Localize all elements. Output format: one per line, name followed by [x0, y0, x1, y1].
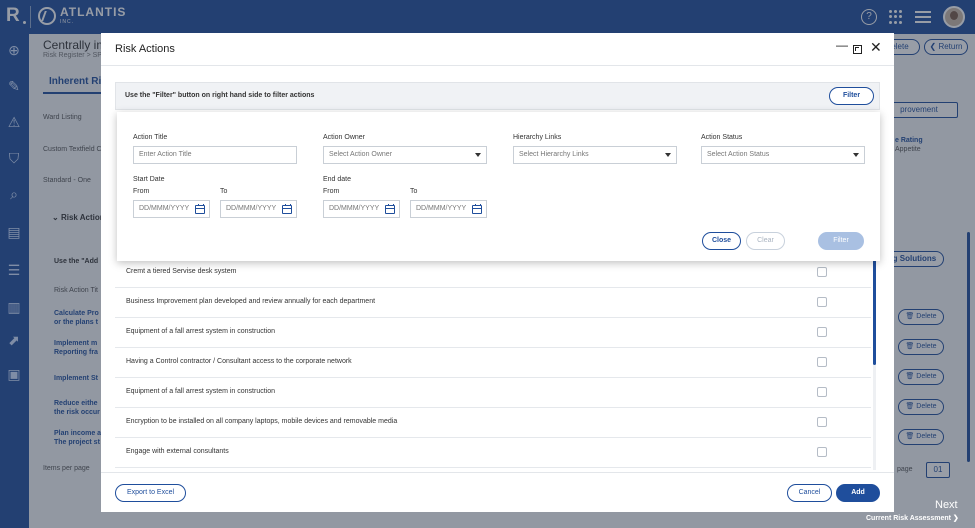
caret-down-icon [475, 153, 481, 157]
chevron-right-icon: ❯ [950, 515, 959, 522]
end-date-to-input[interactable]: DD/MMM/YYYY [410, 200, 487, 218]
action-title-label: Action Title [133, 134, 168, 141]
modal-header-divider [101, 65, 894, 66]
start-date-label: Start Date [133, 176, 165, 183]
action-owner-select[interactable]: Select Action Owner [323, 146, 487, 164]
start-date-to-input[interactable]: DD/MMM/YYYY [220, 200, 297, 218]
row-checkbox[interactable] [817, 297, 827, 307]
next-step-link[interactable]: Current Risk Assessment ❯ [866, 514, 959, 522]
start-date-to-label: To [220, 188, 228, 195]
row-checkbox[interactable] [817, 417, 827, 427]
list-item[interactable]: Equipment of a fall arrest system in con… [115, 318, 871, 348]
minimize-icon[interactable]: — [836, 39, 848, 51]
close-filter-button[interactable]: Close [702, 232, 741, 250]
action-title-input[interactable]: Enter Action Title [133, 146, 297, 164]
hierarchy-links-select[interactable]: Select Hierarchy Links [513, 146, 677, 164]
action-owner-label: Action Owner [323, 134, 366, 141]
start-date-from-input[interactable]: DD/MMM/YYYY [133, 200, 210, 218]
close-icon[interactable]: ✕ [870, 40, 882, 54]
calendar-icon[interactable] [472, 204, 482, 214]
calendar-icon[interactable] [195, 204, 205, 214]
modal-title: Risk Actions [115, 43, 175, 55]
end-date-to-label: To [410, 188, 418, 195]
list-item[interactable]: Equipment of a fall arrest system in con… [115, 378, 871, 408]
export-excel-button[interactable]: Export to Excel [115, 484, 186, 502]
action-status-label: Action Status [701, 134, 743, 141]
list-item[interactable]: Having a Control contractor / Consultant… [115, 348, 871, 378]
end-date-label: End date [323, 176, 352, 183]
end-date-from-label: From [323, 188, 340, 195]
maximize-icon[interactable] [853, 45, 862, 54]
clear-filter-button[interactable]: Clear [746, 232, 785, 250]
hierarchy-links-label: Hierarchy Links [513, 134, 562, 141]
list-item[interactable]: Engage with external consultants [115, 438, 871, 468]
add-button[interactable]: Add [836, 484, 880, 502]
row-checkbox[interactable] [817, 267, 827, 277]
cancel-button[interactable]: Cancel [787, 484, 832, 502]
action-status-select[interactable]: Select Action Status [701, 146, 865, 164]
list-item[interactable]: Business Improvement plan developed and … [115, 288, 871, 318]
filter-hint-bar: Use the "Filter" button on right hand si… [115, 82, 880, 110]
actions-list: Cremt a tiered Servise desk system Busin… [115, 243, 875, 474]
risk-actions-modal: Risk Actions — ✕ Use the "Filter" button… [101, 33, 894, 512]
calendar-icon[interactable] [282, 204, 292, 214]
list-item[interactable]: Cremt a tiered Servise desk system [115, 258, 871, 288]
end-date-from-input[interactable]: DD/MMM/YYYY [323, 200, 400, 218]
modal-footer-divider [101, 472, 894, 473]
filter-hint-text: Use the "Filter" button on right hand si… [125, 92, 315, 99]
calendar-icon[interactable] [385, 204, 395, 214]
filter-panel: Action Title Enter Action Title Action O… [117, 112, 880, 261]
next-link[interactable]: Next [935, 499, 958, 511]
row-checkbox[interactable] [817, 357, 827, 367]
caret-down-icon [665, 153, 671, 157]
apply-filter-button[interactable]: Filter [818, 232, 864, 250]
row-checkbox[interactable] [817, 327, 827, 337]
caret-down-icon [853, 153, 859, 157]
row-checkbox[interactable] [817, 387, 827, 397]
start-date-from-label: From [133, 188, 150, 195]
list-scrollbar-thumb[interactable] [873, 260, 876, 365]
filter-toggle-button[interactable]: Filter [829, 87, 874, 105]
list-item[interactable]: Encryption to be installed on all compan… [115, 408, 871, 438]
row-checkbox[interactable] [817, 447, 827, 457]
